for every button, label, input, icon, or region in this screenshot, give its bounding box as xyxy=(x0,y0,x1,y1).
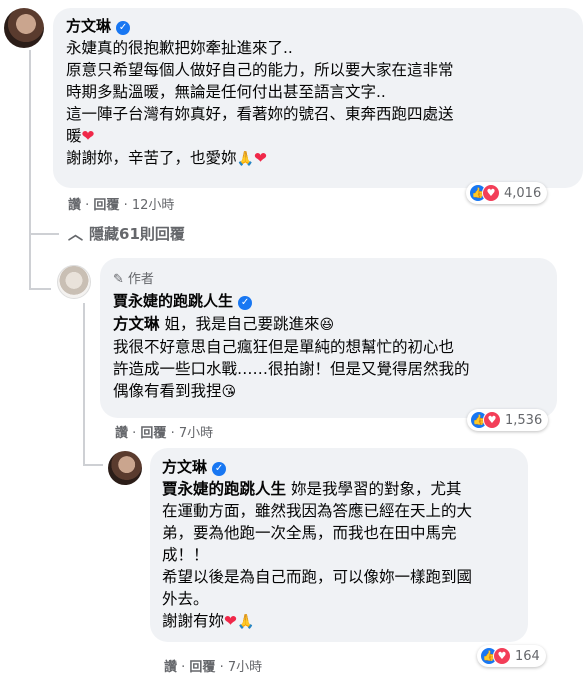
love-icon: ♥ xyxy=(483,411,501,429)
comment-line: 時期多點溫暖，無論是任何付出甚至語言文字.. xyxy=(66,83,386,101)
reply-button[interactable]: 回覆 xyxy=(189,660,215,675)
comment-actions: 讚 · 回覆 · 7小時 xyxy=(164,660,263,675)
pray-emoji-icon: 🙏 xyxy=(237,614,255,630)
verified-badge-icon: ✓ xyxy=(116,21,131,35)
hide-replies-button[interactable]: ︿ 隱藏61則回覆 xyxy=(68,223,185,244)
comment-line: 外去。 xyxy=(162,590,209,608)
comment-line: 希望以後是為自己而跑，可以像妳一樣跑到國 xyxy=(162,568,473,586)
comment-text: 方文琳 姐，我是自己要跳進來😆 我很不好意思自己瘋狂但是單純的想幫忙的初心也 許… xyxy=(113,313,470,403)
verified-badge-icon: ✓ xyxy=(238,296,253,310)
thread-line-vertical-2 xyxy=(29,240,31,290)
comment-actions: 讚 · 回覆 · 7小時 xyxy=(115,426,214,441)
comment-author[interactable]: 賈永婕的跑跳人生 ✓ xyxy=(113,290,253,311)
thread-line-horizontal-2 xyxy=(29,288,51,290)
comment-author[interactable]: 方文琳 ✓ xyxy=(66,15,131,36)
timestamp[interactable]: 12小時 xyxy=(132,198,175,213)
reaction-count: 164 xyxy=(515,648,540,664)
mention-link[interactable]: 賈永婕的跑跳人生 xyxy=(162,480,286,498)
laugh-emoji-icon: 😆 xyxy=(319,317,335,333)
reply-button[interactable]: 回覆 xyxy=(93,198,119,213)
avatar[interactable] xyxy=(4,8,44,48)
comment-line: 謝謝有妳❤🙏 xyxy=(162,612,255,630)
comment-line: 方文琳 姐，我是自己要跳進來😆 xyxy=(113,315,335,333)
like-button[interactable]: 讚 xyxy=(164,660,177,675)
reaction-count: 4,016 xyxy=(504,185,542,201)
comment-line: 偶像有看到我捏😘 xyxy=(113,382,237,400)
comment-line: 這一陣子台灣有妳真好，看著妳的號召、東奔西跑四處送 xyxy=(66,105,454,123)
love-icon: ♥ xyxy=(482,184,500,202)
comment-line: 成！！ xyxy=(162,546,209,564)
comment-line: 賈永婕的跑跳人生 妳是我學習的對象，尤其 xyxy=(162,480,462,498)
chevron-up-icon: ︿ xyxy=(68,225,84,243)
author-name[interactable]: 方文琳 xyxy=(66,17,111,35)
comment-text: 永婕真的很抱歉把妳牽扯進來了.. 原意只希望每個人做好自己的能力，所以要大家在這… xyxy=(66,37,454,170)
reaction-summary[interactable]: 👍 ♥ 1,536 xyxy=(467,409,549,431)
reaction-count: 1,536 xyxy=(505,412,543,428)
reply-button[interactable]: 回覆 xyxy=(140,426,166,441)
thread-line-vertical-3 xyxy=(83,303,85,466)
kiss-emoji-icon: 😘 xyxy=(221,384,237,400)
thread-line-horizontal-1 xyxy=(29,233,59,235)
like-button[interactable]: 讚 xyxy=(68,198,81,213)
comment-line: 我很不好意思自己瘋狂但是單純的想幫忙的初心也 xyxy=(113,338,455,356)
comment-line: 在運動方面，雖然我因為答應已經在天上的大 xyxy=(162,502,473,520)
author-badge-label: 作者 xyxy=(127,272,154,287)
author-name[interactable]: 方文琳 xyxy=(162,458,207,476)
timestamp[interactable]: 7小時 xyxy=(228,660,262,675)
verified-badge-icon: ✓ xyxy=(212,462,227,476)
love-icon: ♥ xyxy=(493,647,511,665)
timestamp[interactable]: 7小時 xyxy=(179,426,213,441)
hide-replies-label: 隱藏61則回覆 xyxy=(89,225,185,243)
comment-line: 原意只希望每個人做好自己的能力，所以要大家在這非常 xyxy=(66,61,454,79)
pencil-icon: ✎ xyxy=(113,272,124,287)
comment-text: 賈永婕的跑跳人生 妳是我學習的對象，尤其 在運動方面，雖然我因為答應已經在天上的… xyxy=(162,478,472,633)
thread-line-vertical-1 xyxy=(29,50,31,240)
reaction-summary[interactable]: 👍 ♥ 164 xyxy=(477,645,546,667)
author-name[interactable]: 賈永婕的跑跳人生 xyxy=(113,292,233,310)
comment-actions: 讚 · 回覆 · 12小時 xyxy=(68,198,175,213)
heart-emoji-icon: ❤ xyxy=(253,149,267,167)
comment-line: 謝謝妳，辛苦了，也愛妳🙏❤ xyxy=(66,149,267,167)
like-button[interactable]: 讚 xyxy=(115,426,128,441)
heart-emoji-icon: ❤ xyxy=(224,612,238,630)
thread-line-horizontal-3 xyxy=(83,464,103,466)
reaction-summary[interactable]: 👍 ♥ 4,016 xyxy=(466,182,548,204)
comment-author[interactable]: 方文琳 ✓ xyxy=(162,456,227,477)
comment-line: 永婕真的很抱歉把妳牽扯進來了.. xyxy=(66,39,293,57)
avatar[interactable] xyxy=(57,265,91,299)
comment-line: 許造成一些口水戰……很拍謝！但是又覺得居然我的 xyxy=(113,360,470,378)
avatar[interactable] xyxy=(108,451,142,485)
author-badge: ✎ 作者 xyxy=(113,268,154,287)
comment-line: 暖❤ xyxy=(66,127,95,145)
pray-emoji-icon: 🙏 xyxy=(236,151,254,167)
mention-link[interactable]: 方文琳 xyxy=(113,315,160,333)
heart-emoji-icon: ❤ xyxy=(81,127,95,145)
comment-line: 弟，要為他跑一次全馬，而我也在田中馬完 xyxy=(162,524,457,542)
